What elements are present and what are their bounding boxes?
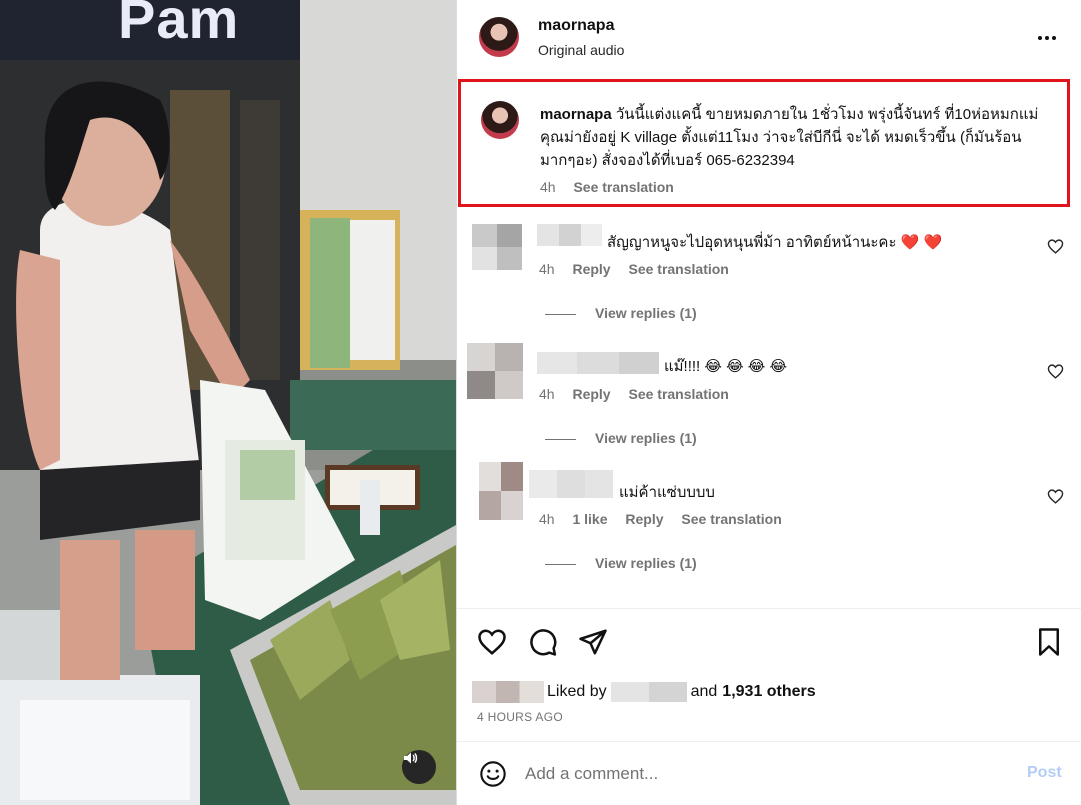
comment-meta: 4h 1 like Reply See translation bbox=[539, 511, 796, 527]
liked-by-label: Liked by bbox=[547, 683, 607, 700]
see-translation-link[interactable]: See translation bbox=[681, 511, 781, 527]
comment-body: สัญญาหนูจะไปอุดหนุนพี่ม้า อาทิตย์หน้านะค… bbox=[607, 234, 897, 251]
post-media[interactable]: Pam bbox=[0, 0, 456, 805]
comment-time: 4h bbox=[539, 261, 555, 277]
speaker-icon bbox=[404, 752, 418, 764]
photo-illustration bbox=[0, 0, 456, 805]
post-header: maornapa Original audio bbox=[457, 0, 1081, 70]
caption-avatar[interactable] bbox=[481, 101, 519, 139]
post-time-ago[interactable]: 4 HOURS AGO bbox=[477, 710, 563, 724]
caption-text-block: maornapa วันนี้แต่งแคนี้ ขายหมดภายใน 1ชั… bbox=[540, 103, 1050, 172]
store-sign-text: Pam bbox=[118, 0, 240, 50]
view-replies-line bbox=[545, 564, 576, 565]
comments-divider bbox=[457, 608, 1081, 609]
likes-count[interactable]: 1,931 others bbox=[722, 683, 815, 701]
liked-by-and: and bbox=[690, 683, 718, 700]
likes-summary: Liked by and 1,931 others bbox=[472, 680, 816, 704]
audio-label[interactable]: Original audio bbox=[538, 42, 624, 58]
see-translation-link[interactable]: See translation bbox=[628, 386, 728, 402]
blurred-avatar bbox=[467, 343, 523, 399]
blurred-avatar bbox=[472, 224, 522, 270]
comment-like-heart-icon[interactable] bbox=[1047, 363, 1064, 380]
see-translation-link[interactable]: See translation bbox=[628, 261, 728, 277]
caption-username[interactable]: maornapa bbox=[540, 106, 612, 123]
view-replies-line bbox=[545, 314, 576, 315]
reply-button[interactable]: Reply bbox=[572, 386, 610, 402]
comment-body: แม่ค้าแซ่บบบบ bbox=[619, 484, 715, 501]
reply-button[interactable]: Reply bbox=[625, 511, 663, 527]
caption-meta: 4h See translation bbox=[540, 179, 688, 195]
more-horizontal-icon[interactable] bbox=[1035, 26, 1059, 50]
blurred-username bbox=[537, 352, 659, 374]
comment-emoji: 😂 😂 😂 😂 bbox=[704, 358, 788, 375]
comment-icon[interactable] bbox=[528, 627, 558, 657]
emoji-icon[interactable] bbox=[479, 760, 507, 788]
blurred-username bbox=[529, 470, 613, 498]
bookmark-icon[interactable] bbox=[1034, 627, 1064, 657]
view-replies-button[interactable]: View replies (1) bbox=[595, 305, 697, 321]
comment-like-heart-icon[interactable] bbox=[1047, 488, 1064, 505]
comment-text: สัญญาหนูจะไปอุดหนุนพี่ม้า อาทิตย์หน้านะค… bbox=[607, 230, 942, 254]
post-username[interactable]: maornapa bbox=[538, 17, 614, 35]
comment-meta: 4h Reply See translation bbox=[539, 261, 743, 277]
comment-body: แม๊!!!! bbox=[664, 358, 701, 375]
caption-time: 4h bbox=[540, 179, 556, 195]
caption-see-translation-link[interactable]: See translation bbox=[573, 179, 673, 195]
comment-like-count[interactable]: 1 like bbox=[572, 511, 607, 527]
comment-text: แม๊!!!! 😂 😂 😂 😂 bbox=[664, 354, 787, 378]
reply-button[interactable]: Reply bbox=[572, 261, 610, 277]
view-replies-line bbox=[545, 439, 576, 440]
comment-like-heart-icon[interactable] bbox=[1047, 238, 1064, 255]
blurred-liker-name[interactable] bbox=[610, 682, 687, 702]
view-replies-button[interactable]: View replies (1) bbox=[595, 430, 697, 446]
liker-avatars[interactable] bbox=[472, 681, 544, 703]
post-button[interactable]: Post bbox=[1027, 764, 1062, 782]
caption-body: วันนี้แต่งแคนี้ ขายหมดภายใน 1ชั่วโมง พรุ… bbox=[540, 106, 1039, 169]
blurred-username bbox=[537, 224, 602, 246]
view-replies-button[interactable]: View replies (1) bbox=[595, 555, 697, 571]
comment-input[interactable] bbox=[525, 760, 1005, 788]
post-sidebar: maornapa Original audio maornapa วันนี้แ… bbox=[457, 0, 1081, 805]
avatar[interactable] bbox=[479, 17, 519, 57]
heart-icon[interactable] bbox=[477, 627, 507, 657]
send-icon[interactable] bbox=[578, 627, 608, 657]
comment-emoji: ❤️ ❤️ bbox=[900, 234, 943, 251]
comment-time: 4h bbox=[539, 511, 555, 527]
comment-meta: 4h Reply See translation bbox=[539, 386, 743, 402]
comment-text: แม่ค้าแซ่บบบบ bbox=[619, 480, 715, 504]
sound-toggle-button[interactable] bbox=[402, 750, 436, 784]
composer-divider bbox=[457, 741, 1081, 742]
comment-time: 4h bbox=[539, 386, 555, 402]
blurred-avatar bbox=[479, 462, 523, 520]
